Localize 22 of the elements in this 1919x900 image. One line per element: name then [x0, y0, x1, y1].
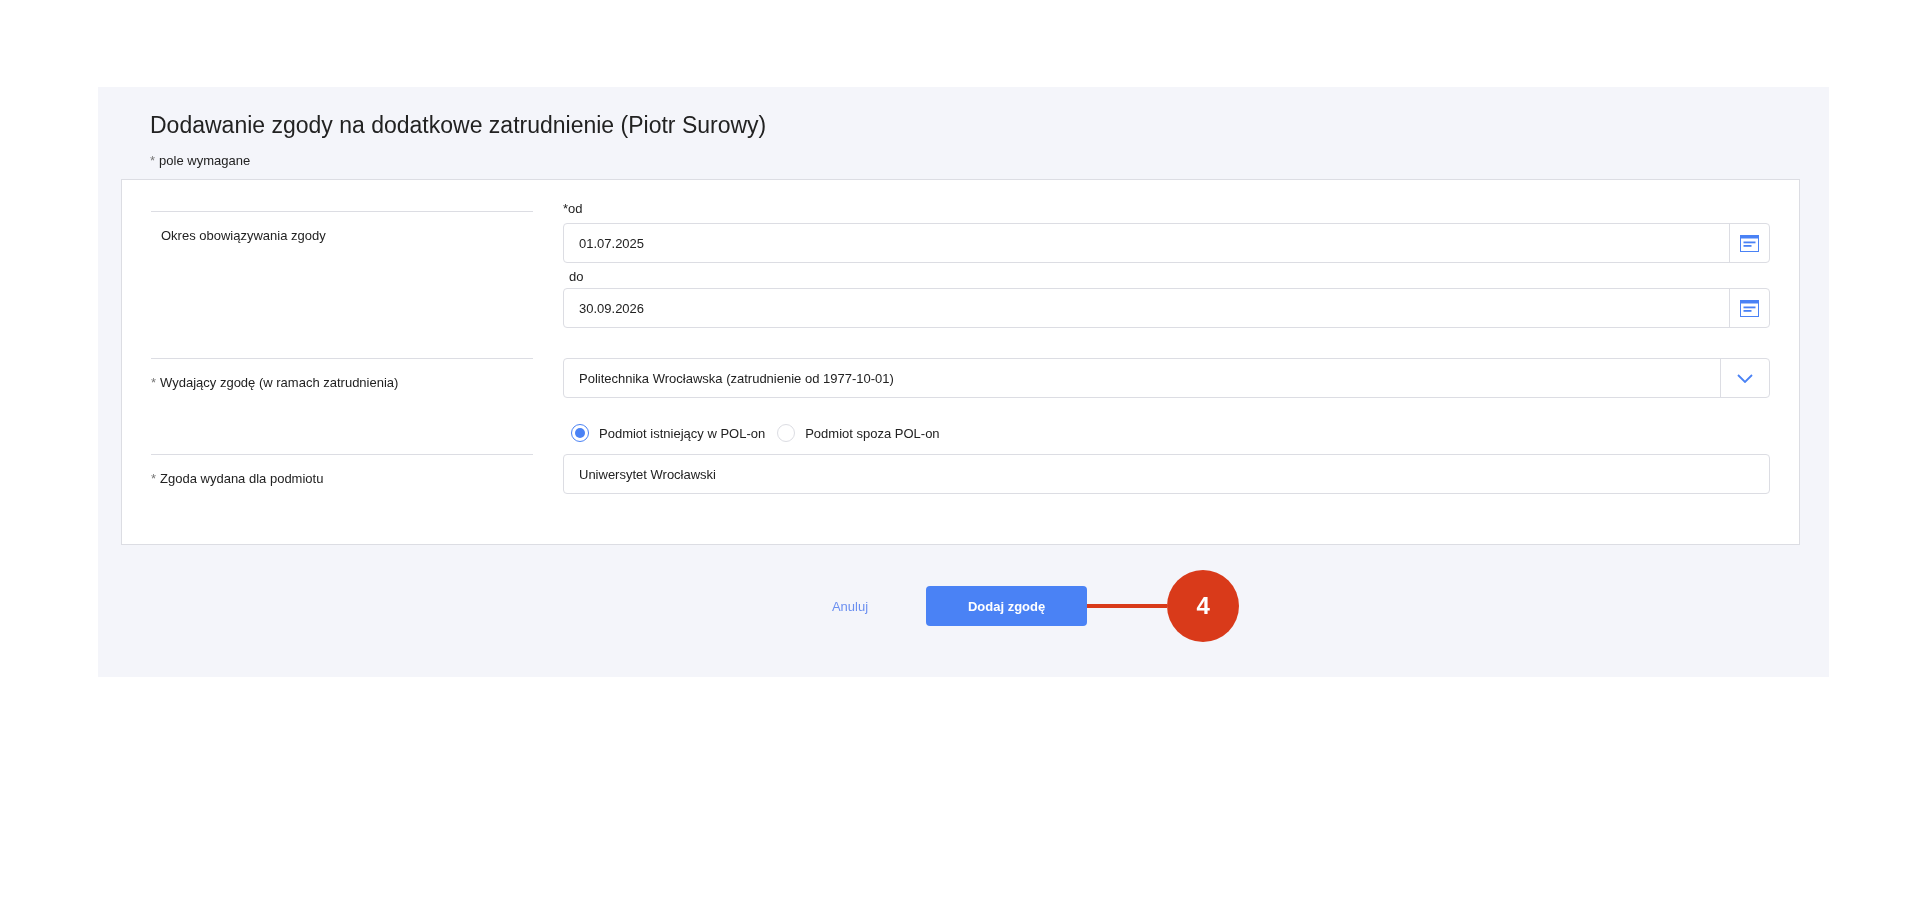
- calendar-icon[interactable]: [1740, 234, 1759, 252]
- required-asterisk: *: [150, 153, 156, 168]
- step-number-badge: 4: [1167, 570, 1240, 642]
- date-label: *od: [563, 202, 584, 216]
- field-label: Wydający zgodę (w ramach zatrudnienia): [160, 375, 399, 390]
- date-label: do: [569, 270, 585, 284]
- chevron-down-icon[interactable]: [1737, 373, 1753, 383]
- required-note: pole wymagane: [159, 153, 251, 168]
- required-asterisk: *: [151, 471, 157, 486]
- date-field[interactable]: 01.07.2025: [563, 223, 1770, 263]
- submit-button[interactable]: Dodaj zgodę: [926, 586, 1088, 626]
- date-field[interactable]: 30.09.2026: [563, 288, 1770, 328]
- required-asterisk: *: [151, 375, 157, 390]
- calendar-icon[interactable]: [1740, 299, 1759, 317]
- page-title: Dodawanie zgody na dodatkowe zatrudnienie (Piotr Surowy): [150, 111, 768, 140]
- text-field[interactable]: Uniwersytet Wrocławski: [563, 454, 1770, 494]
- field-label: Zgoda wydana dla podmiotu: [160, 471, 324, 486]
- radio-label[interactable]: Podmiot istniejący w POL-on: [599, 425, 766, 441]
- radio-button[interactable]: [571, 424, 589, 442]
- field-label: Okres obowiązywania zgody: [161, 228, 326, 243]
- select-field[interactable]: Politechnika Wrocławska (zatrudnienie od 1977-10-01): [563, 358, 1770, 398]
- radio-label[interactable]: Podmiot spoza POL-on: [805, 425, 940, 441]
